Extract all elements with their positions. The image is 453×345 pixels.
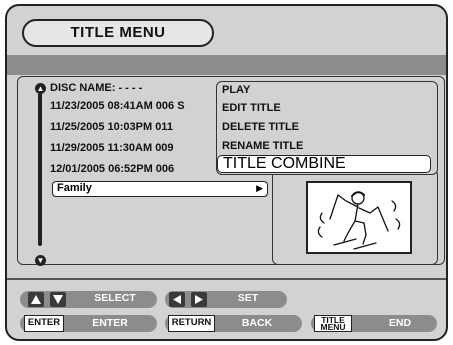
menu-item-rename-title[interactable]: RENAME TITLE: [220, 137, 430, 155]
divider: [7, 278, 446, 280]
title-item-3[interactable]: 11/29/2005 11:30AM 009: [50, 139, 222, 158]
menu-item-play[interactable]: PLAY: [220, 81, 430, 99]
title-item-4[interactable]: 12/01/2005 06:52PM 006: [50, 160, 222, 179]
skier-thumbnail-image: [317, 191, 401, 250]
return-button[interactable]: RETURN: [168, 315, 215, 332]
enter-button[interactable]: ENTER: [24, 315, 64, 332]
end-hint-label: END: [388, 317, 412, 329]
back-hint-label: BACK: [241, 317, 273, 329]
play-arrow-icon: ▶: [256, 183, 263, 193]
down-key-icon[interactable]: [50, 292, 66, 307]
up-key-icon[interactable]: [28, 292, 44, 307]
menu-item-delete-title[interactable]: DELETE TITLE: [220, 118, 430, 136]
title-thumbnail: [306, 181, 412, 254]
page-title: TITLE MENU: [22, 19, 214, 47]
title-item-selected[interactable]: Family ▶: [52, 181, 268, 197]
disc-name-label: DISC NAME: - - - -: [50, 82, 143, 94]
set-hint-label: SET: [237, 292, 259, 304]
select-hint-label: SELECT: [94, 292, 136, 304]
title-menu-button[interactable]: TITLE MENU: [314, 315, 352, 332]
left-key-icon[interactable]: [169, 292, 185, 307]
menu-item-title-combine[interactable]: TITLE COMBINE: [217, 155, 431, 173]
title-menu-button-line2: MENU: [320, 322, 346, 332]
header-band: [7, 55, 446, 75]
menu-item-edit-title[interactable]: EDIT TITLE: [220, 99, 430, 117]
enter-hint-label: ENTER: [92, 317, 128, 329]
title-item-2[interactable]: 11/25/2005 10:03PM 011: [50, 118, 222, 137]
title-item-1[interactable]: 11/23/2005 08:41AM 006 S: [50, 97, 222, 116]
selected-title-name: Family: [57, 182, 92, 194]
scrollbar[interactable]: [38, 93, 42, 246]
right-key-icon[interactable]: [191, 292, 207, 307]
scroll-down-icon[interactable]: ▼: [35, 255, 46, 266]
